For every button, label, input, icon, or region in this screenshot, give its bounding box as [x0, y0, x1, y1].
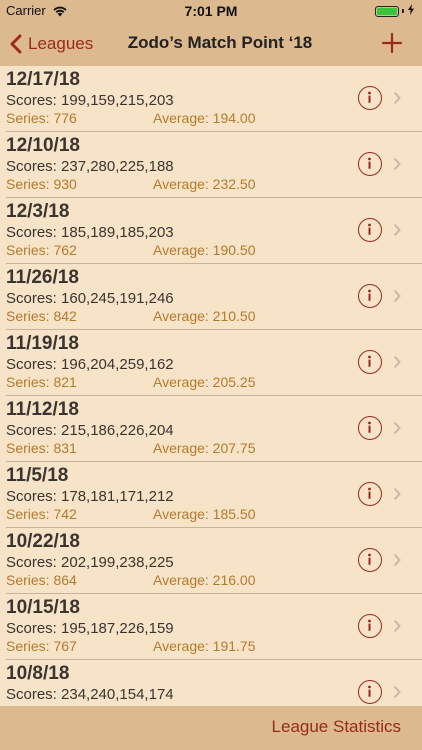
list-item[interactable]: 11/26/18 Scores: 160,245,191,246 Series:…: [0, 264, 422, 330]
info-icon: [368, 223, 371, 235]
info-button[interactable]: [358, 218, 382, 242]
match-average: Average: 232.50: [153, 176, 256, 192]
status-bar: Carrier 7:01 PM: [0, 0, 422, 22]
match-series: Series: 831: [6, 440, 77, 456]
battery-fill: [377, 7, 397, 15]
match-series: Series: 842: [6, 308, 77, 324]
match-date: 11/12/18: [6, 399, 79, 420]
match-series: Series: 767: [6, 638, 77, 654]
list-item[interactable]: 10/22/18 Scores: 202,199,238,225 Series:…: [0, 528, 422, 594]
info-icon: [368, 91, 371, 103]
chevron-right-icon: [393, 619, 401, 633]
info-icon: [368, 421, 371, 433]
navigation-bar: Leagues Zodo’s Match Point ‘18: [0, 22, 422, 66]
match-date: 10/8/18: [6, 663, 70, 684]
match-series: Series: 930: [6, 176, 77, 192]
info-button[interactable]: [358, 416, 382, 440]
match-scores: Scores: 234,240,154,174: [6, 686, 174, 703]
match-scores: Scores: 202,199,238,225: [6, 554, 174, 571]
chevron-right-icon: [393, 355, 401, 369]
info-button[interactable]: [358, 482, 382, 506]
info-button[interactable]: [358, 152, 382, 176]
chevron-right-icon: [393, 421, 401, 435]
chevron-right-icon: [393, 157, 401, 171]
match-average: Average: 210.50: [153, 308, 256, 324]
info-icon: [368, 289, 371, 301]
list-item[interactable]: 10/15/18 Scores: 195,187,226,159 Series:…: [0, 594, 422, 660]
info-icon: [368, 355, 371, 367]
match-average: Average: 216.00: [153, 572, 256, 588]
match-scores: Scores: 237,280,225,188: [6, 158, 174, 175]
match-scores: Scores: 160,245,191,246: [6, 290, 174, 307]
match-series: Series: 742: [6, 506, 77, 522]
chevron-right-icon: [393, 685, 401, 699]
match-average: Average: 194.00: [153, 110, 256, 126]
match-date: 11/26/18: [6, 267, 79, 288]
match-scores: Scores: 196,204,259,162: [6, 356, 174, 373]
match-series: Series: 762: [6, 242, 77, 258]
info-icon: [368, 487, 371, 499]
list-item[interactable]: 11/5/18 Scores: 178,181,171,212 Series: …: [0, 462, 422, 528]
match-date: 10/22/18: [6, 531, 80, 552]
add-button[interactable]: [380, 31, 404, 55]
match-average: Average: 205.25: [153, 374, 256, 390]
chevron-right-icon: [393, 553, 401, 567]
match-date: 10/15/18: [6, 597, 80, 618]
match-date: 11/5/18: [6, 465, 69, 486]
list-item[interactable]: 11/19/18 Scores: 196,204,259,162 Series:…: [0, 330, 422, 396]
chevron-right-icon: [393, 91, 401, 105]
plus-icon: [381, 32, 403, 54]
match-average: Average: 207.75: [153, 440, 256, 456]
list-item[interactable]: 12/10/18 Scores: 237,280,225,188 Series:…: [0, 132, 422, 198]
match-date: 11/19/18: [6, 333, 79, 354]
info-button[interactable]: [358, 284, 382, 308]
match-series: Series: 864: [6, 572, 77, 588]
info-icon: [368, 157, 371, 169]
info-icon: [368, 685, 371, 697]
page-title: Zodo’s Match Point ‘18: [127, 33, 313, 52]
match-scores: Scores: 215,186,226,204: [6, 422, 174, 439]
list-item[interactable]: 11/12/18 Scores: 215,186,226,204 Series:…: [0, 396, 422, 462]
match-average: Average: 185.50: [153, 506, 256, 522]
info-button[interactable]: [358, 614, 382, 638]
match-series: Series: 776: [6, 110, 77, 126]
match-average: Average: 191.75: [153, 638, 256, 654]
info-button[interactable]: [358, 86, 382, 110]
match-scores: Scores: 199,159,215,203: [6, 92, 174, 109]
match-series: Series: 821: [6, 374, 77, 390]
status-time: 7:01 PM: [184, 3, 238, 19]
match-list: 12/17/18 Scores: 199,159,215,203 Series:…: [0, 66, 422, 706]
info-button[interactable]: [358, 548, 382, 572]
chevron-right-icon: [393, 289, 401, 303]
chevron-right-icon: [393, 487, 401, 501]
match-scores: Scores: 195,187,226,159: [6, 620, 174, 637]
match-average: Average: 190.50: [153, 242, 256, 258]
status-right: [375, 4, 414, 18]
info-icon: [368, 619, 371, 631]
match-date: 12/3/18: [6, 201, 70, 222]
charging-bolt-icon: [408, 4, 414, 18]
match-date: 12/10/18: [6, 135, 80, 156]
match-date: 12/17/18: [6, 69, 80, 90]
match-scores: Scores: 185,189,185,203: [6, 224, 174, 241]
battery-icon: [375, 5, 399, 17]
battery-tip: [402, 9, 404, 13]
bottom-toolbar: League Statistics: [0, 706, 422, 750]
info-button[interactable]: [358, 350, 382, 374]
list-item[interactable]: 10/8/18 Scores: 234,240,154,174: [0, 660, 422, 706]
info-button[interactable]: [358, 680, 382, 704]
list-item[interactable]: 12/3/18 Scores: 185,189,185,203 Series: …: [0, 198, 422, 264]
match-scores: Scores: 178,181,171,212: [6, 488, 174, 505]
chevron-right-icon: [393, 223, 401, 237]
info-icon: [368, 553, 371, 565]
league-statistics-button[interactable]: League Statistics: [272, 717, 401, 737]
list-item[interactable]: 12/17/18 Scores: 199,159,215,203 Series:…: [0, 66, 422, 132]
